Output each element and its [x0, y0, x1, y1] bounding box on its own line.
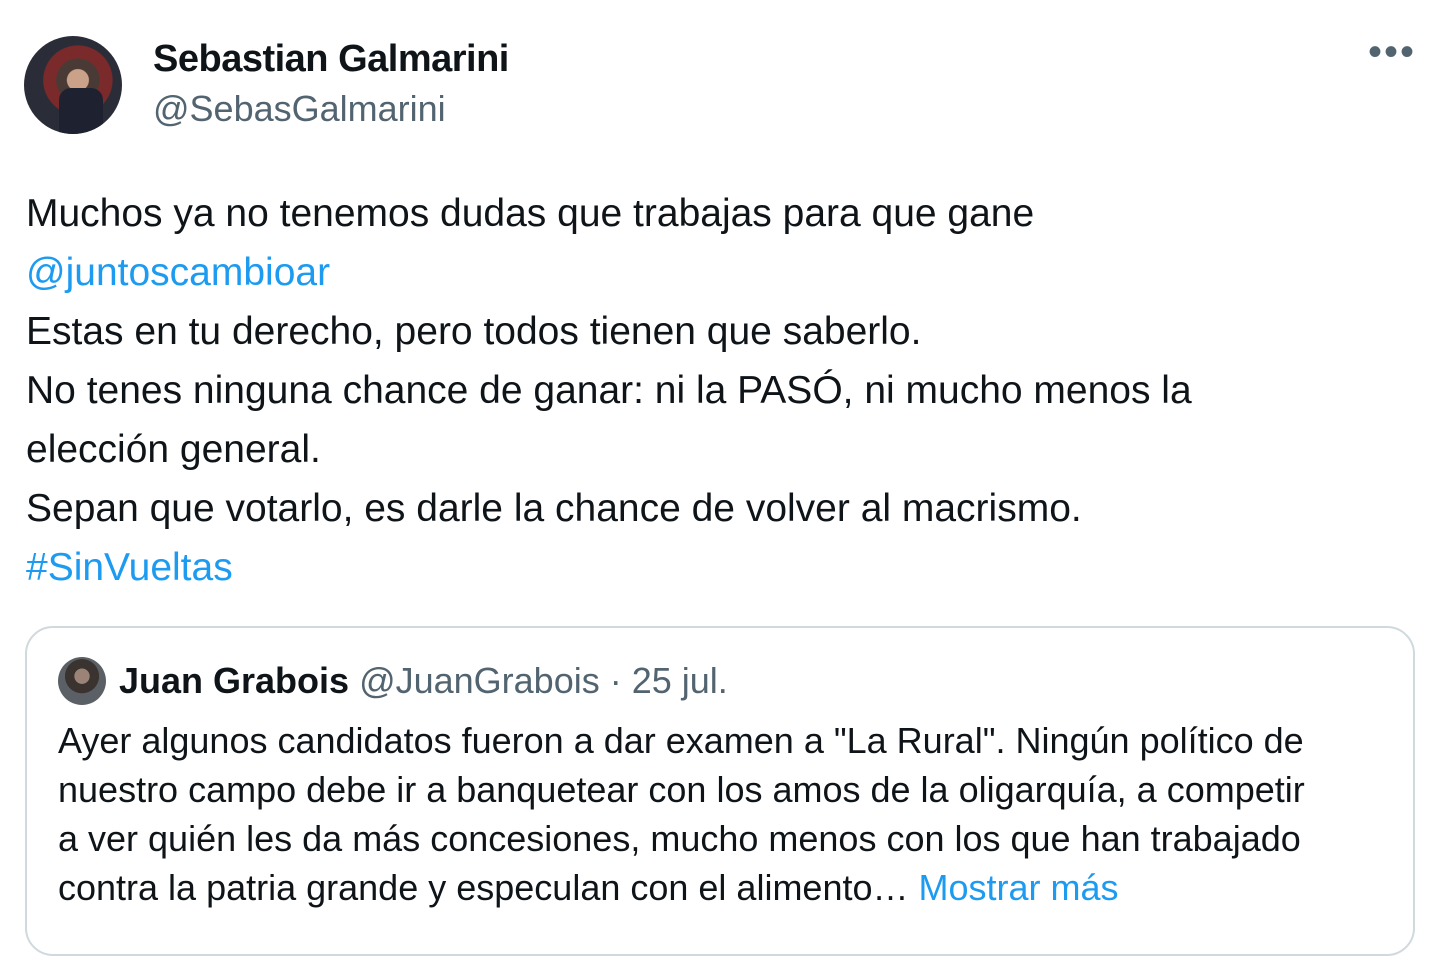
- tweet-line: elección general.: [26, 428, 321, 471]
- quote-line: Ayer algunos candidatos fueron a dar exa…: [58, 720, 1304, 761]
- quoted-tweet-text: Ayer algunos candidatos fueron a dar exa…: [58, 716, 1398, 912]
- more-options-button[interactable]: •••: [1368, 32, 1416, 86]
- mention-link[interactable]: @juntoscambioar: [26, 243, 1416, 302]
- tweet-line: Sepan que votarlo, es darle la chance de…: [26, 487, 1082, 530]
- more-options-icon: •••: [1368, 30, 1417, 74]
- quoted-tweet-card[interactable]: Juan Grabois @JuanGrabois · 25 jul. Ayer…: [25, 626, 1415, 956]
- quote-line: contra la patria grande y especulan con …: [58, 863, 1398, 912]
- hashtag-link[interactable]: #SinVueltas: [26, 538, 1416, 597]
- author-avatar[interactable]: [24, 36, 122, 134]
- quote-line: nuestro campo debe ir a banquetear con l…: [58, 769, 1305, 810]
- author-handle[interactable]: @SebasGalmarini: [153, 88, 446, 130]
- quote-line: a ver quién les da más concesiones, much…: [58, 818, 1301, 859]
- tweet-line: Estas en tu derecho, pero todos tienen q…: [26, 310, 922, 353]
- tweet-text: Muchos ya no tenemos dudas que trabajas …: [26, 184, 1416, 597]
- quoted-author-name: Juan Grabois: [119, 660, 350, 701]
- quoted-author-avatar: [58, 657, 106, 705]
- quote-line-text: contra la patria grande y especulan con …: [58, 867, 919, 908]
- quoted-tweet-header: Juan Grabois @JuanGrabois · 25 jul.: [119, 660, 728, 702]
- tweet-line: No tenes ninguna chance de ganar: ni la …: [26, 369, 1192, 412]
- author-display-name[interactable]: Sebastian Galmarini: [153, 38, 509, 81]
- tweet-line: Muchos ya no tenemos dudas que trabajas …: [26, 192, 1035, 235]
- quoted-author-meta: @JuanGrabois · 25 jul.: [349, 660, 728, 701]
- show-more-link[interactable]: Mostrar más: [919, 867, 1119, 908]
